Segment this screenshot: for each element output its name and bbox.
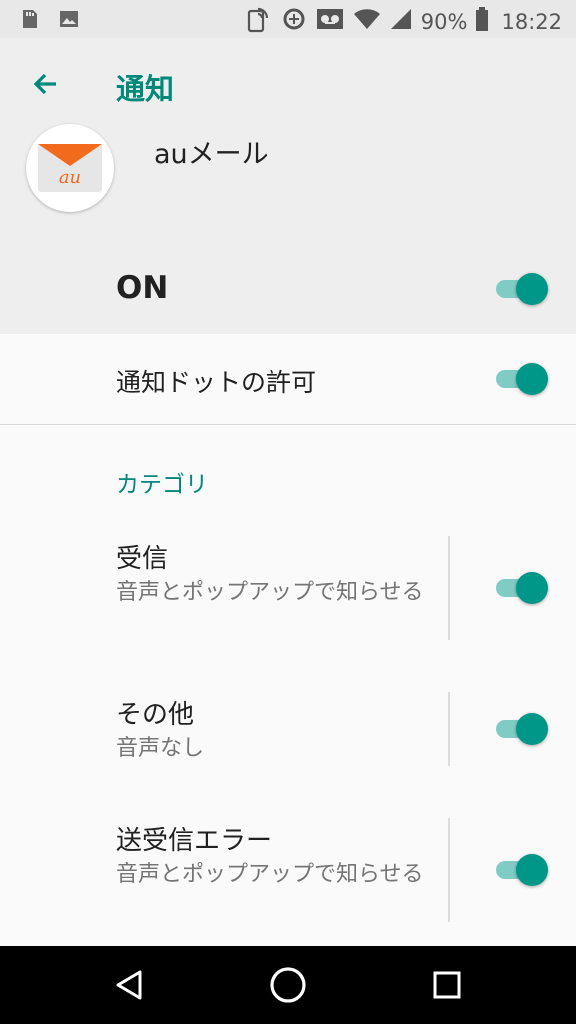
- back-icon[interactable]: [112, 968, 146, 1006]
- home-icon[interactable]: [269, 966, 307, 1008]
- category-subtitle: 音声なし: [116, 736, 205, 761]
- category-subtitle: 音声とポップアップで知らせる: [116, 862, 424, 887]
- status-left-icons: [18, 8, 80, 34]
- category-title: その他: [116, 700, 195, 730]
- page-title: 通知: [116, 72, 175, 106]
- clock: 18:22: [501, 9, 562, 34]
- switch-thumb: [516, 572, 548, 604]
- category-toggle-receive[interactable]: [494, 570, 548, 606]
- status-bar: 90% 18:22: [0, 0, 576, 38]
- switch-thumb: [516, 854, 548, 886]
- row-separator: [448, 818, 450, 922]
- category-toggle-other[interactable]: [494, 711, 548, 747]
- category-toggle-send-receive-error[interactable]: [494, 852, 548, 888]
- category-subtitle: 音声とポップアップで知らせる: [116, 580, 424, 605]
- battery-icon: [475, 6, 489, 37]
- data-saver-icon: [281, 6, 307, 37]
- row-separator: [448, 692, 450, 766]
- back-arrow-icon[interactable]: [28, 66, 64, 102]
- nfc-icon: [245, 5, 273, 38]
- voicemail-icon: [315, 6, 345, 37]
- signal-icon: [389, 7, 413, 36]
- wifi-icon: [353, 7, 381, 36]
- category-title: 送受信エラー: [116, 826, 273, 856]
- au-mail-app-icon: au: [26, 124, 114, 212]
- app-icon-text: au: [59, 167, 81, 188]
- navigation-bar: [0, 946, 576, 1024]
- row-separator: [448, 536, 450, 640]
- notification-dot-label: 通知ドットの許可: [116, 368, 317, 397]
- battery-percent: 90%: [420, 9, 468, 34]
- app-name: auメール: [154, 139, 269, 170]
- category-title: 受信: [116, 544, 169, 574]
- master-switch-label: ON: [116, 270, 169, 306]
- status-right: 90% 18:22: [245, 5, 562, 38]
- sd-card-icon: [18, 8, 40, 34]
- divider: [0, 424, 576, 425]
- recents-icon[interactable]: [432, 970, 462, 1004]
- category-header: カテゴリ: [116, 472, 208, 498]
- master-switch-toggle[interactable]: [494, 271, 548, 307]
- notification-dot-toggle[interactable]: [494, 361, 548, 397]
- app-notification-header: 通知 au auメール ON: [0, 38, 576, 334]
- switch-thumb: [516, 713, 548, 745]
- image-icon: [58, 8, 80, 34]
- switch-thumb: [516, 363, 548, 395]
- switch-thumb: [516, 273, 548, 305]
